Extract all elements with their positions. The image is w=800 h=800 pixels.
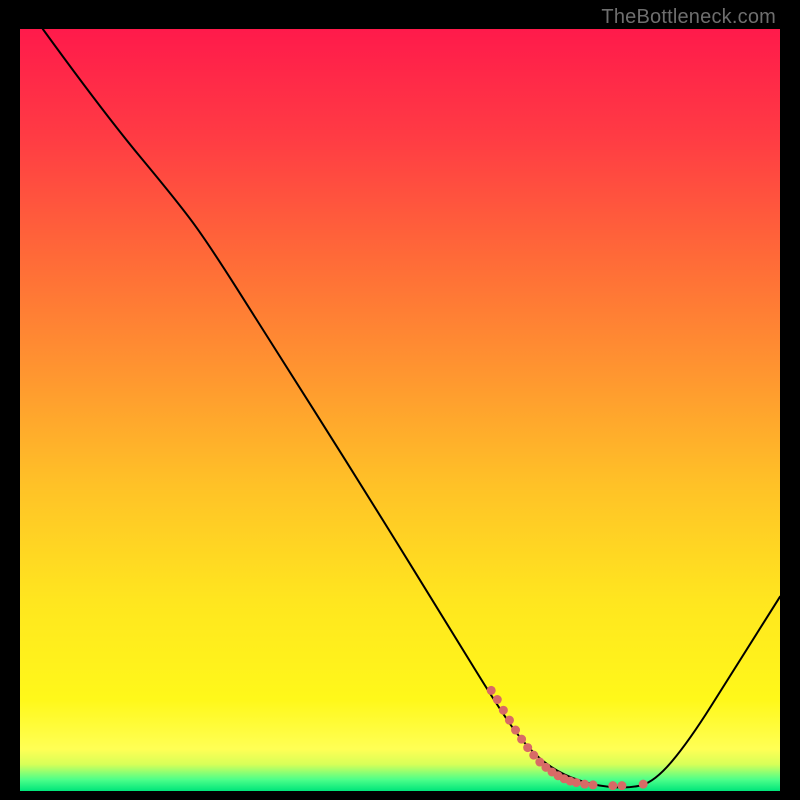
bottleneck-chart	[20, 29, 780, 791]
chart-background	[20, 29, 780, 791]
chart-frame	[20, 29, 780, 791]
watermark-text: TheBottleneck.com	[601, 6, 776, 29]
